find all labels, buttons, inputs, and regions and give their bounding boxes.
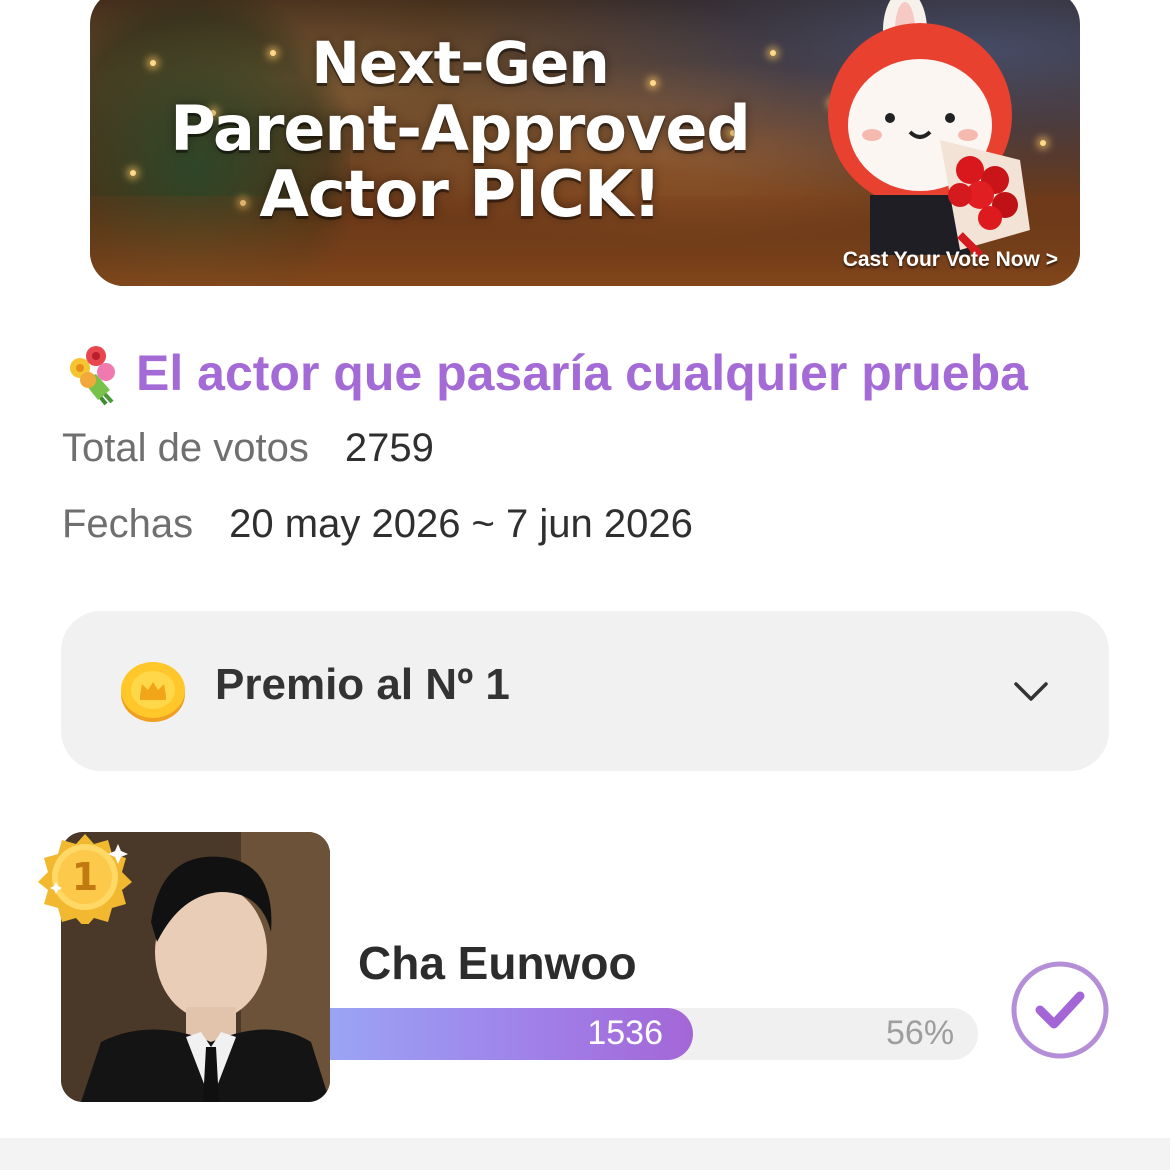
vote-count: 1536 [587,1014,663,1052]
bunny-mascot-icon [828,0,1030,258]
vote-percent: 56% [886,1014,955,1052]
bottom-divider [0,1138,1170,1170]
rank-badge-icon: 1 [38,834,132,924]
banner-title-line2: Parent-Approved [170,92,751,165]
dates-row: Fechas 20 may 2026 ~ 7 jun 2026 [62,502,693,547]
banner-cta-link[interactable]: Cast Your Vote Now > [843,248,1058,272]
banner-title-line3: Actor PICK! [259,158,661,232]
dates-value: 20 may 2026 ~ 7 jun 2026 [229,502,693,546]
flower-bouquet-icon [70,346,115,406]
banner-title: Next-Gen Parent-Approved Actor PICK! [90,30,830,228]
total-votes-label: Total de votos [62,426,309,470]
promo-banner[interactable]: Next-Gen Parent-Approved Actor PICK! Cas… [90,0,1080,286]
total-votes-row: Total de votos 2759 [62,426,434,471]
gold-coin-icon [121,662,185,722]
check-circle-icon[interactable] [1010,960,1110,1060]
poll-title: El actor que pasaría cualquier prueba [62,340,1028,406]
banner-title-line1: Next-Gen [311,29,609,97]
candidate-name: Cha Eunwoo [358,937,637,989]
rank-number: 1 [72,855,98,899]
dates-label: Fechas [62,502,194,546]
chevron-down-icon[interactable] [1011,672,1051,712]
total-votes-value: 2759 [344,426,434,470]
prize-label: Premio al Nº 1 [215,660,510,709]
poll-title-text: El actor que pasaría cualquier prueba [136,345,1028,401]
